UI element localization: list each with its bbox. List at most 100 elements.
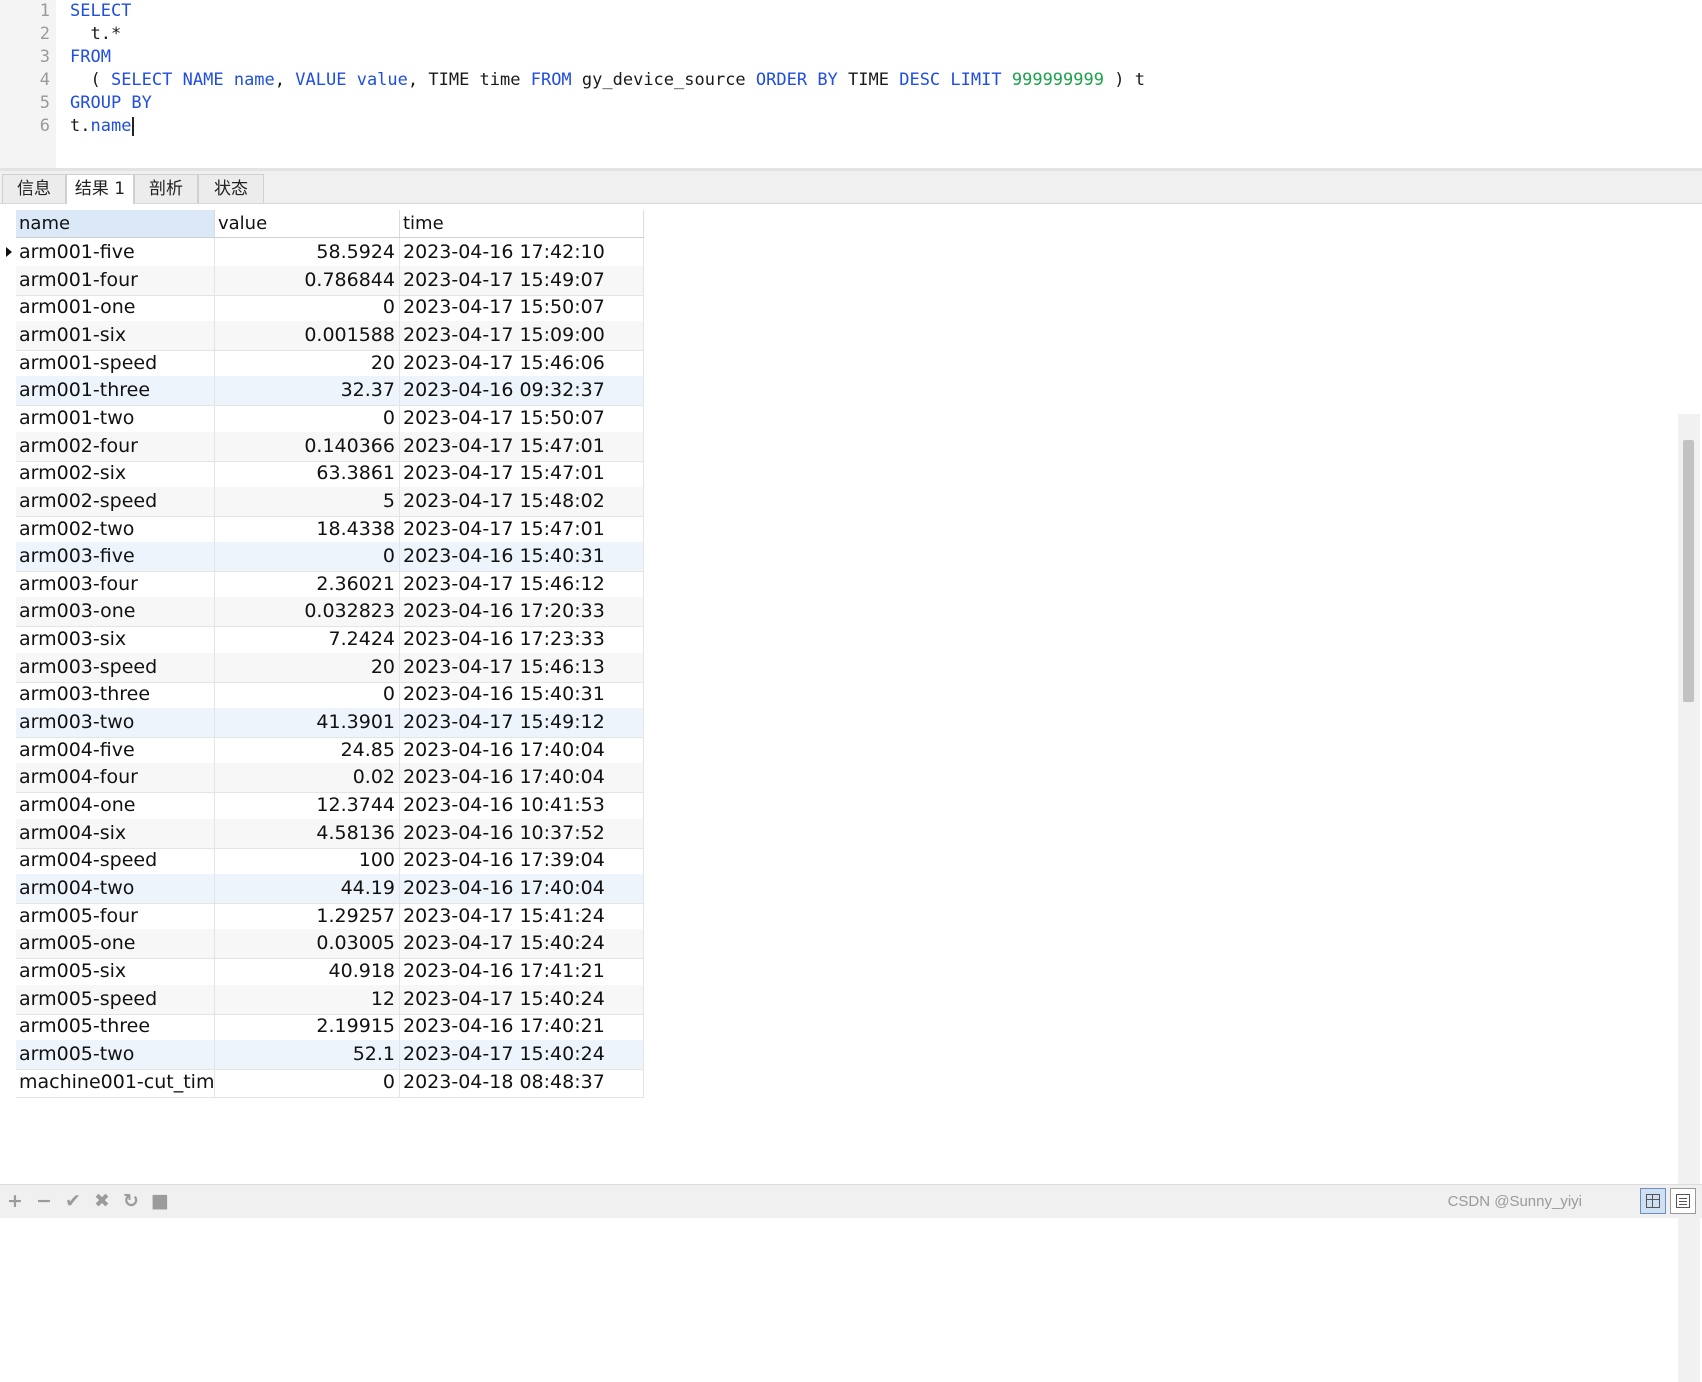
cell-value[interactable]: 0.001588: [215, 320, 400, 350]
cell-name[interactable]: arm005-six: [16, 956, 215, 986]
cell-time[interactable]: 2023-04-17 15:50:07: [400, 403, 644, 433]
table-row[interactable]: arm005-speed 12 2023-04-17 15:40:24: [16, 984, 644, 1015]
cell-name[interactable]: arm005-one: [16, 929, 215, 959]
code-text[interactable]: FROM: [70, 46, 111, 69]
cell-name[interactable]: arm004-five: [16, 735, 215, 765]
cell-time[interactable]: 2023-04-16 10:37:52: [400, 818, 644, 848]
table-row[interactable]: arm005-six 40.918 2023-04-16 17:41:21: [16, 956, 644, 987]
apply-changes-icon[interactable]: ✔: [62, 1190, 84, 1212]
tab-status[interactable]: 状态: [198, 174, 264, 203]
table-row[interactable]: arm005-one 0.03005 2023-04-17 15:40:24: [16, 929, 644, 960]
cell-time[interactable]: 2023-04-16 09:32:37: [400, 376, 644, 406]
table-row[interactable]: arm001-speed 20 2023-04-17 15:46:06: [16, 348, 644, 379]
cell-value[interactable]: 63.3861: [215, 459, 400, 489]
cell-time[interactable]: 2023-04-16 17:40:21: [400, 1012, 644, 1042]
table-row[interactable]: arm003-speed 20 2023-04-17 15:46:13: [16, 652, 644, 683]
cell-name[interactable]: arm001-speed: [16, 348, 215, 378]
discard-changes-icon[interactable]: ✖: [91, 1190, 113, 1212]
cell-value[interactable]: 0: [215, 293, 400, 323]
table-row[interactable]: arm003-four 2.36021 2023-04-17 15:46:12: [16, 569, 644, 600]
cell-name[interactable]: arm003-six: [16, 625, 215, 655]
cell-time[interactable]: 2023-04-17 15:49:12: [400, 708, 644, 738]
table-row[interactable]: arm003-one 0.032823 2023-04-16 17:20:33: [16, 597, 644, 628]
code-text[interactable]: GROUP BY: [70, 92, 152, 115]
cell-time[interactable]: 2023-04-17 15:47:01: [400, 431, 644, 461]
cell-time[interactable]: 2023-04-18 08:48:37: [400, 1067, 644, 1097]
cell-time[interactable]: 2023-04-16 10:41:53: [400, 791, 644, 820]
table-row[interactable]: arm001-two 0 2023-04-17 15:50:07: [16, 403, 644, 434]
cell-name[interactable]: arm003-four: [16, 569, 215, 599]
cell-value[interactable]: 12: [215, 984, 400, 1014]
vertical-scrollbar[interactable]: [1678, 414, 1700, 1382]
cell-value[interactable]: 12.3744: [215, 791, 400, 820]
cell-value[interactable]: 0: [215, 542, 400, 572]
table-row[interactable]: arm004-two 44.19 2023-04-16 17:40:04: [16, 873, 644, 904]
delete-record-icon[interactable]: −: [33, 1190, 55, 1212]
cell-value[interactable]: 0.140366: [215, 431, 400, 461]
cell-name[interactable]: arm001-two: [16, 403, 215, 433]
tab-result-1[interactable]: 结果 1: [66, 174, 134, 204]
cell-name[interactable]: arm005-two: [16, 1039, 215, 1069]
cell-value[interactable]: 0.786844: [215, 265, 400, 295]
cell-time[interactable]: 2023-04-17 15:47:01: [400, 459, 644, 489]
table-row[interactable]: arm001-one 0 2023-04-17 15:50:07: [16, 293, 644, 324]
cell-name[interactable]: arm001-six: [16, 320, 215, 350]
cell-time[interactable]: 2023-04-17 15:50:07: [400, 293, 644, 323]
cell-value[interactable]: 32.37: [215, 376, 400, 406]
cell-name[interactable]: arm005-four: [16, 901, 215, 931]
cell-value[interactable]: 1.29257: [215, 901, 400, 931]
cell-name[interactable]: arm004-four: [16, 763, 215, 793]
cell-time[interactable]: 2023-04-17 15:49:07: [400, 265, 644, 295]
table-row[interactable]: arm001-four 0.786844 2023-04-17 15:49:07: [16, 265, 644, 296]
cell-value[interactable]: 44.19: [215, 873, 400, 903]
table-row[interactable]: arm005-three 2.19915 2023-04-16 17:40:21: [16, 1012, 644, 1043]
cell-value[interactable]: 18.4338: [215, 514, 400, 544]
cell-name[interactable]: arm001-four: [16, 265, 215, 295]
cell-name[interactable]: arm001-one: [16, 293, 215, 323]
table-row[interactable]: arm004-speed 100 2023-04-16 17:39:04: [16, 846, 644, 877]
cell-value[interactable]: 24.85: [215, 735, 400, 765]
table-row[interactable]: arm003-three 0 2023-04-16 15:40:31: [16, 680, 644, 711]
cell-time[interactable]: 2023-04-16 17:41:21: [400, 956, 644, 986]
code-text[interactable]: t.name: [70, 115, 135, 138]
cell-name[interactable]: arm003-two: [16, 708, 215, 738]
cell-time[interactable]: 2023-04-16 17:42:10: [400, 238, 644, 267]
cell-name[interactable]: arm005-three: [16, 1012, 215, 1042]
cell-value[interactable]: 58.5924: [215, 238, 400, 267]
cell-name[interactable]: arm003-five: [16, 542, 215, 572]
table-row[interactable]: machine001-cut_time 0 2023-04-18 08:48:37: [16, 1067, 644, 1098]
cell-name[interactable]: arm003-one: [16, 597, 215, 627]
scrollbar-thumb[interactable]: [1683, 440, 1694, 702]
cell-value[interactable]: 5: [215, 486, 400, 516]
table-row[interactable]: arm003-five 0 2023-04-16 15:40:31: [16, 542, 644, 573]
cell-value[interactable]: 52.1: [215, 1039, 400, 1069]
cell-value[interactable]: 0: [215, 680, 400, 710]
table-row[interactable]: arm004-six 4.58136 2023-04-16 10:37:52: [16, 818, 644, 849]
cell-time[interactable]: 2023-04-17 15:46:13: [400, 652, 644, 682]
code-text[interactable]: SELECT: [70, 0, 131, 23]
cell-name[interactable]: arm004-speed: [16, 846, 215, 876]
table-row[interactable]: arm004-five 24.85 2023-04-16 17:40:04: [16, 735, 644, 766]
cell-value[interactable]: 0: [215, 403, 400, 433]
table-row[interactable]: arm002-six 63.3861 2023-04-17 15:47:01: [16, 459, 644, 490]
table-row[interactable]: arm002-four 0.140366 2023-04-17 15:47:01: [16, 431, 644, 462]
cell-value[interactable]: 0: [215, 1067, 400, 1097]
table-row[interactable]: arm003-six 7.2424 2023-04-16 17:23:33: [16, 625, 644, 656]
column-header-value[interactable]: value: [215, 210, 400, 237]
cell-time[interactable]: 2023-04-16 17:40:04: [400, 763, 644, 793]
cell-time[interactable]: 2023-04-17 15:46:06: [400, 348, 644, 378]
cell-value[interactable]: 0.032823: [215, 597, 400, 627]
table-row[interactable]: arm005-four 1.29257 2023-04-17 15:41:24: [16, 901, 644, 932]
cell-value[interactable]: 20: [215, 348, 400, 378]
column-header-time[interactable]: time: [400, 210, 644, 237]
cell-time[interactable]: 2023-04-17 15:48:02: [400, 486, 644, 516]
cell-time[interactable]: 2023-04-16 15:40:31: [400, 542, 644, 572]
cell-time[interactable]: 2023-04-16 17:40:04: [400, 873, 644, 903]
cell-value[interactable]: 2.36021: [215, 569, 400, 599]
cell-time[interactable]: 2023-04-16 15:40:31: [400, 680, 644, 710]
cell-time[interactable]: 2023-04-17 15:47:01: [400, 514, 644, 544]
cell-name[interactable]: arm003-speed: [16, 652, 215, 682]
refresh-icon[interactable]: ↻: [120, 1190, 142, 1212]
tab-info[interactable]: 信息: [2, 174, 66, 203]
cell-name[interactable]: arm004-one: [16, 791, 215, 820]
